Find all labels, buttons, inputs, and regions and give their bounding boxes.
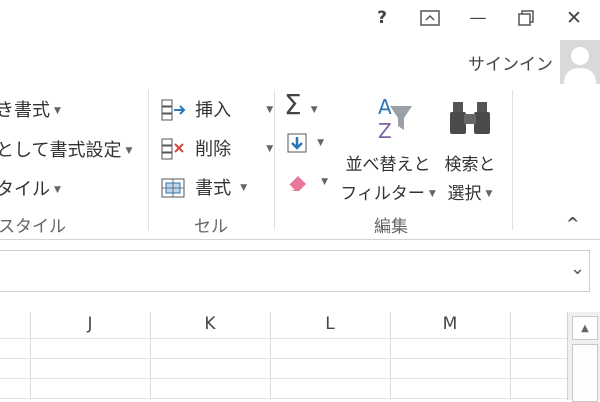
cell-styles-button[interactable]: タイル ▼ [0,175,61,201]
format-label: 書式 [195,178,232,199]
column-header-k[interactable]: K [150,314,270,334]
chevron-up-icon: ^ [566,214,580,233]
format-button[interactable]: 書式 ▼ [160,172,247,200]
column-header-l[interactable]: L [270,314,390,334]
group-divider [512,90,513,230]
avatar[interactable] [560,40,600,84]
delete-label: 削除 [195,139,232,160]
chevron-down-icon: ▼ [240,182,248,193]
fill-down-icon [287,133,307,153]
column-header-m[interactable]: M [390,314,510,334]
binoculars-icon [450,102,490,134]
find-select-button[interactable]: 検索と 選択 ▼ [438,94,502,204]
chevron-down-icon: ▼ [54,185,61,195]
delete-button[interactable]: 削除 ▼ [160,133,273,161]
user-silhouette-icon [564,47,596,84]
help-button[interactable]: ? [370,6,394,30]
sort-filter-label-2: フィルター [340,184,425,204]
insert-label: 挿入 [195,100,232,121]
chevron-down-icon: ▼ [125,146,133,156]
formula-bar-input[interactable] [0,250,590,292]
chevron-down-icon: ▼ [266,143,274,154]
insert-button[interactable]: 挿入 ▼ [160,94,273,122]
expand-formula-bar-button[interactable]: ⌄ [570,258,585,279]
sort-filter-icon: A Z [378,95,412,143]
find-select-label-2: 選択 [447,184,482,204]
sort-filter-label-1: 並べ替えと [345,155,431,175]
clear-button[interactable]: ▼ [286,171,328,193]
cell-grid[interactable] [30,339,567,400]
sort-filter-button[interactable]: A Z 並べ替えと フィルター ▼ [340,94,436,204]
cell-styles-label: タイル [0,179,50,200]
restore-icon [518,10,534,26]
column-header-j[interactable]: J [30,314,150,334]
styles-group-label: スタイル [0,217,66,237]
chevron-down-icon: ▼ [266,104,274,115]
format-as-table-label: として書式設定 [0,140,122,161]
close-button[interactable]: ✕ [562,6,586,30]
ribbon-display-options-button[interactable] [418,6,442,30]
format-as-table-button[interactable]: として書式設定 ▼ [0,136,132,162]
minimize-button[interactable]: — [466,6,490,30]
sigma-icon: Σ [284,88,302,121]
group-divider [148,90,149,230]
triangle-up-icon: ▲ [581,322,589,334]
conditional-formatting-button[interactable]: き書式 ▼ [0,96,61,122]
chevron-down-icon: ▼ [310,104,318,115]
autosum-button[interactable]: Σ ▼ [284,88,318,121]
editing-group-label: 編集 [374,217,408,237]
fill-button[interactable]: ▼ [286,132,324,154]
format-cells-icon [161,178,185,197]
svg-text:A: A [378,95,392,119]
chevron-down-icon: ▼ [317,138,325,148]
collapse-ribbon-button[interactable]: ^ [566,214,579,233]
conditional-formatting-label: き書式 [0,100,50,121]
group-divider [274,90,275,230]
chevron-down-icon: ▼ [54,106,61,116]
minimize-icon: — [469,8,487,28]
question-mark-icon: ? [377,8,387,28]
find-select-label-1: 検索と [444,155,496,175]
chevron-down-icon: ⌄ [570,258,586,279]
chevron-down-icon: ▼ [428,189,436,199]
scroll-thumb[interactable] [572,344,598,402]
chevron-down-icon: ▼ [321,177,329,187]
ribbon-display-options-icon [420,10,440,26]
delete-cells-icon [161,138,184,159]
svg-text:Z: Z [378,119,392,143]
scroll-up-button[interactable]: ▲ [572,316,598,340]
cells-group-label: セル [194,217,228,237]
restore-button[interactable] [514,6,538,30]
vertical-scrollbar[interactable]: ▲ [567,312,600,402]
chevron-down-icon: ▼ [485,189,493,199]
eraser-icon [288,176,306,191]
close-icon: ✕ [566,7,582,29]
insert-cells-icon [161,99,186,120]
signin-link[interactable]: サインイン [468,50,553,75]
